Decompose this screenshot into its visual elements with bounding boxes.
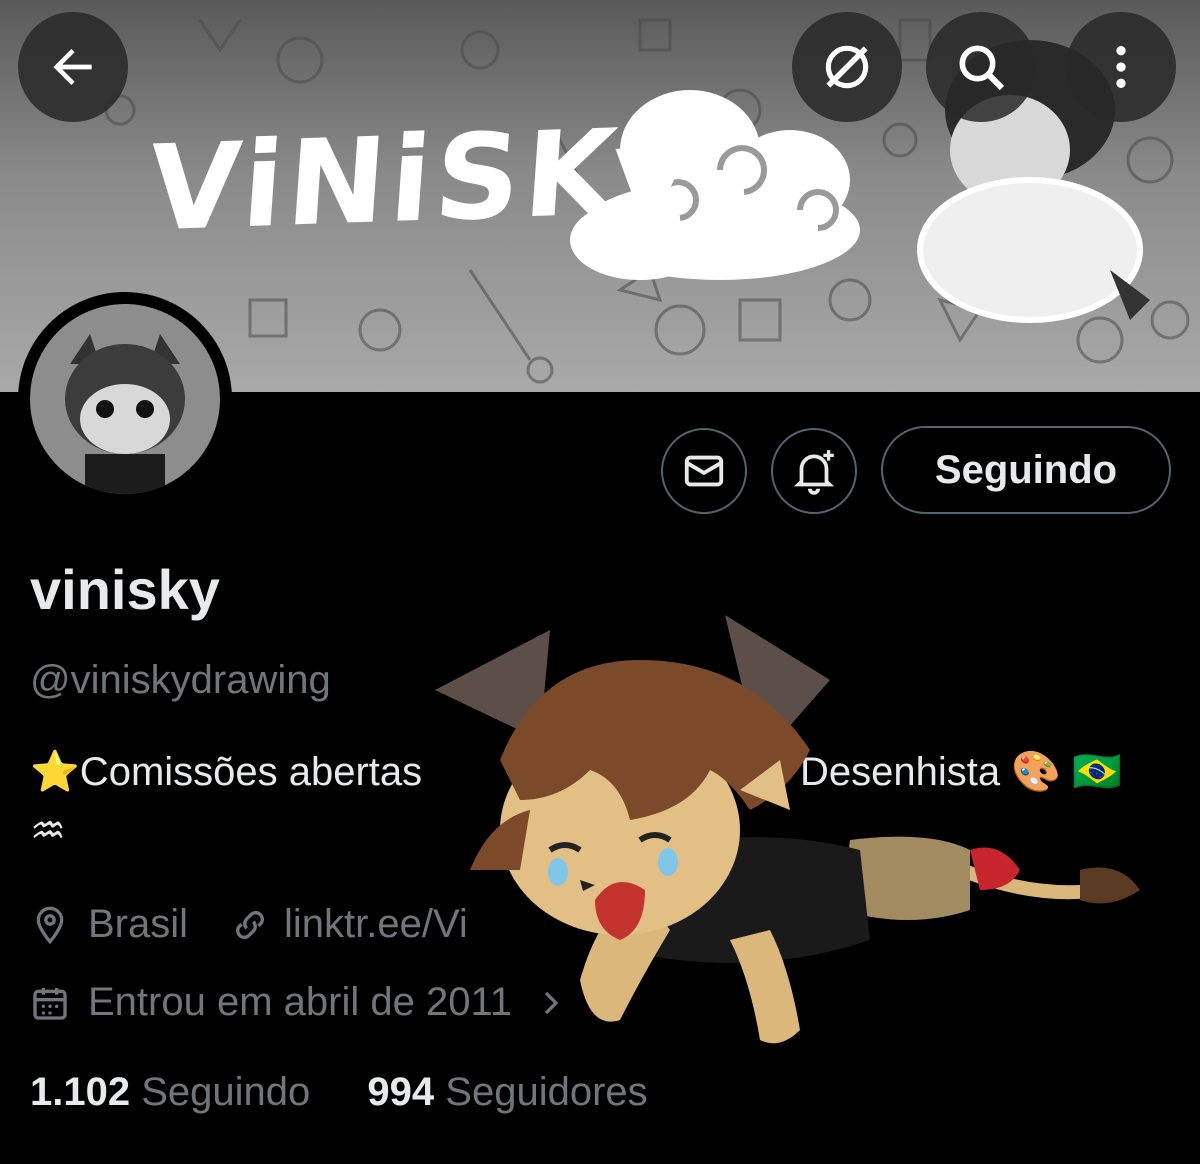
link-icon <box>236 910 264 939</box>
bell-plus-icon <box>793 450 835 495</box>
search-button[interactable] <box>926 12 1036 122</box>
notify-button[interactable] <box>771 428 857 514</box>
profile-avatar[interactable] <box>18 292 232 506</box>
followers-stat[interactable]: 994 Seguidores <box>367 1070 647 1114</box>
grok-button[interactable] <box>792 12 902 122</box>
back-button[interactable] <box>18 12 128 122</box>
crying-character-sticker <box>435 615 1140 1044</box>
follow-stats: 1.102 Seguindo 994 Seguidores <box>30 1070 648 1115</box>
user-handle: @viniskydrawing <box>30 658 331 702</box>
display-name: vinisky <box>30 558 220 621</box>
location-pin-icon <box>36 906 64 944</box>
bio-text-start: ⭐Comissões abertas <box>30 750 423 794</box>
envelope-icon <box>684 455 724 487</box>
followers-label: Seguidores <box>445 1070 648 1114</box>
following-button[interactable]: Seguindo <box>881 426 1171 514</box>
following-label: Seguindo <box>141 1070 311 1114</box>
more-button[interactable] <box>1066 12 1176 122</box>
grok-slash-icon <box>825 45 869 89</box>
calendar-icon <box>33 987 67 1020</box>
following-count: 1.102 <box>30 1070 131 1114</box>
bio-line-1: ⭐Comissões abertas Desenhista 🎨 🇧🇷 <box>30 748 1122 795</box>
banner-title: ViNiSKy <box>144 100 699 258</box>
arrow-left-icon <box>53 49 92 85</box>
bio-line-2: ♒ <box>30 809 66 853</box>
message-button[interactable] <box>661 428 747 514</box>
following-stat[interactable]: 1.102 Seguindo <box>30 1070 310 1114</box>
followers-count: 994 <box>367 1070 435 1114</box>
avatar-image <box>30 304 220 494</box>
location-text: Brasil <box>88 902 189 946</box>
more-vertical-icon <box>1116 46 1126 88</box>
location: Brasil <box>30 902 188 947</box>
search-icon <box>959 45 1005 91</box>
